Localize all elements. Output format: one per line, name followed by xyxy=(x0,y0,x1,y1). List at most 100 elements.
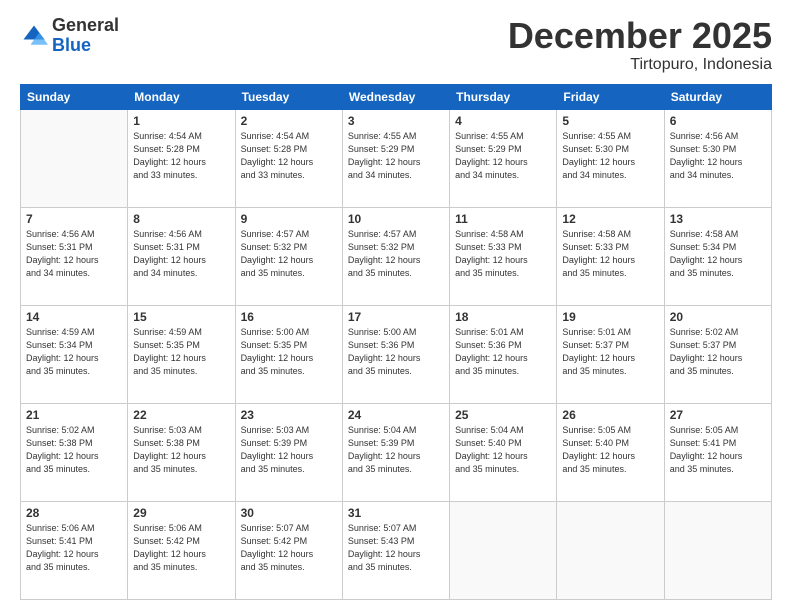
day-info: Sunrise: 5:05 AM Sunset: 5:40 PM Dayligh… xyxy=(562,424,658,476)
day-info: Sunrise: 5:03 AM Sunset: 5:38 PM Dayligh… xyxy=(133,424,229,476)
day-info: Sunrise: 4:56 AM Sunset: 5:30 PM Dayligh… xyxy=(670,130,766,182)
day-number: 25 xyxy=(455,408,551,422)
day-info: Sunrise: 5:07 AM Sunset: 5:42 PM Dayligh… xyxy=(241,522,337,574)
day-number: 30 xyxy=(241,506,337,520)
calendar-cell: 27 Sunrise: 5:05 AM Sunset: 5:41 PM Dayli… xyxy=(664,403,771,501)
calendar-cell: 1Sunrise: 4:54 AM Sunset: 5:28 PM Daylig… xyxy=(128,109,235,207)
calendar-cell xyxy=(557,501,664,599)
day-number: 2 xyxy=(241,114,337,128)
week-row-2: 14 Sunrise: 4:59 AM Sunset: 5:34 PM Dayli… xyxy=(21,305,772,403)
day-info: Sunrise: 4:58 AM Sunset: 5:33 PM Dayligh… xyxy=(562,228,658,280)
header-sunday: Sunday xyxy=(21,84,128,109)
header-friday: Friday xyxy=(557,84,664,109)
day-number: 27 xyxy=(670,408,766,422)
calendar-cell: 18 Sunrise: 5:01 AM Sunset: 5:36 PM Dayli… xyxy=(450,305,557,403)
calendar-cell: 14 Sunrise: 4:59 AM Sunset: 5:34 PM Dayli… xyxy=(21,305,128,403)
day-info: Sunrise: 4:59 AM Sunset: 5:35 PM Dayligh… xyxy=(133,326,229,378)
day-info: Sunrise: 4:57 AM Sunset: 5:32 PM Dayligh… xyxy=(348,228,444,280)
day-number: 24 xyxy=(348,408,444,422)
calendar-cell: 4Sunrise: 4:55 AM Sunset: 5:29 PM Daylig… xyxy=(450,109,557,207)
day-info: Sunrise: 5:00 AM Sunset: 5:35 PM Dayligh… xyxy=(241,326,337,378)
calendar-cell: 16 Sunrise: 5:00 AM Sunset: 5:35 PM Dayli… xyxy=(235,305,342,403)
calendar-cell: 23 Sunrise: 5:03 AM Sunset: 5:39 PM Dayli… xyxy=(235,403,342,501)
day-number: 19 xyxy=(562,310,658,324)
day-info: Sunrise: 5:04 AM Sunset: 5:40 PM Dayligh… xyxy=(455,424,551,476)
day-number: 10 xyxy=(348,212,444,226)
logo-text: General Blue xyxy=(52,16,119,56)
day-number: 15 xyxy=(133,310,229,324)
header-thursday: Thursday xyxy=(450,84,557,109)
day-info: Sunrise: 5:02 AM Sunset: 5:37 PM Dayligh… xyxy=(670,326,766,378)
calendar-cell: 6 Sunrise: 4:56 AM Sunset: 5:30 PM Daylig… xyxy=(664,109,771,207)
logo: General Blue xyxy=(20,16,119,56)
calendar-cell: 2 Sunrise: 4:54 AM Sunset: 5:28 PM Daylig… xyxy=(235,109,342,207)
calendar-cell: 15 Sunrise: 4:59 AM Sunset: 5:35 PM Dayli… xyxy=(128,305,235,403)
day-number: 8 xyxy=(133,212,229,226)
calendar-cell: 31Sunrise: 5:07 AM Sunset: 5:43 PM Dayli… xyxy=(342,501,449,599)
day-info: Sunrise: 5:04 AM Sunset: 5:39 PM Dayligh… xyxy=(348,424,444,476)
day-number: 3 xyxy=(348,114,444,128)
day-number: 22 xyxy=(133,408,229,422)
day-info: Sunrise: 5:01 AM Sunset: 5:36 PM Dayligh… xyxy=(455,326,551,378)
week-row-1: 7 Sunrise: 4:56 AM Sunset: 5:31 PM Daylig… xyxy=(21,207,772,305)
calendar-cell: 17 Sunrise: 5:00 AM Sunset: 5:36 PM Dayli… xyxy=(342,305,449,403)
day-info: Sunrise: 4:56 AM Sunset: 5:31 PM Dayligh… xyxy=(26,228,122,280)
day-number: 16 xyxy=(241,310,337,324)
calendar-cell: 12 Sunrise: 4:58 AM Sunset: 5:33 PM Dayli… xyxy=(557,207,664,305)
day-number: 23 xyxy=(241,408,337,422)
day-number: 6 xyxy=(670,114,766,128)
calendar-cell: 19Sunrise: 5:01 AM Sunset: 5:37 PM Dayli… xyxy=(557,305,664,403)
day-number: 31 xyxy=(348,506,444,520)
day-info: Sunrise: 4:56 AM Sunset: 5:31 PM Dayligh… xyxy=(133,228,229,280)
day-info: Sunrise: 4:59 AM Sunset: 5:34 PM Dayligh… xyxy=(26,326,122,378)
calendar-cell: 26 Sunrise: 5:05 AM Sunset: 5:40 PM Dayli… xyxy=(557,403,664,501)
calendar-cell: 5 Sunrise: 4:55 AM Sunset: 5:30 PM Daylig… xyxy=(557,109,664,207)
logo-icon xyxy=(20,22,48,50)
day-number: 29 xyxy=(133,506,229,520)
calendar-cell: 28Sunrise: 5:06 AM Sunset: 5:41 PM Dayli… xyxy=(21,501,128,599)
header-monday: Monday xyxy=(128,84,235,109)
calendar-cell: 24 Sunrise: 5:04 AM Sunset: 5:39 PM Dayli… xyxy=(342,403,449,501)
day-number: 26 xyxy=(562,408,658,422)
day-number: 17 xyxy=(348,310,444,324)
header-tuesday: Tuesday xyxy=(235,84,342,109)
calendar-cell xyxy=(450,501,557,599)
week-row-3: 21 Sunrise: 5:02 AM Sunset: 5:38 PM Dayli… xyxy=(21,403,772,501)
day-number: 21 xyxy=(26,408,122,422)
day-info: Sunrise: 5:06 AM Sunset: 5:42 PM Dayligh… xyxy=(133,522,229,574)
day-info: Sunrise: 4:54 AM Sunset: 5:28 PM Dayligh… xyxy=(241,130,337,182)
calendar-cell: 25 Sunrise: 5:04 AM Sunset: 5:40 PM Dayli… xyxy=(450,403,557,501)
title-month: December 2025 xyxy=(508,16,772,56)
day-number: 7 xyxy=(26,212,122,226)
week-row-4: 28Sunrise: 5:06 AM Sunset: 5:41 PM Dayli… xyxy=(21,501,772,599)
calendar-cell: 30 Sunrise: 5:07 AM Sunset: 5:42 PM Dayli… xyxy=(235,501,342,599)
day-number: 18 xyxy=(455,310,551,324)
calendar-cell: 3 Sunrise: 4:55 AM Sunset: 5:29 PM Daylig… xyxy=(342,109,449,207)
calendar-cell xyxy=(21,109,128,207)
day-number: 11 xyxy=(455,212,551,226)
day-info: Sunrise: 5:00 AM Sunset: 5:36 PM Dayligh… xyxy=(348,326,444,378)
day-number: 5 xyxy=(562,114,658,128)
calendar-cell: 7 Sunrise: 4:56 AM Sunset: 5:31 PM Daylig… xyxy=(21,207,128,305)
day-info: Sunrise: 5:05 AM Sunset: 5:41 PM Dayligh… xyxy=(670,424,766,476)
day-info: Sunrise: 4:58 AM Sunset: 5:34 PM Dayligh… xyxy=(670,228,766,280)
calendar-cell: 21 Sunrise: 5:02 AM Sunset: 5:38 PM Dayli… xyxy=(21,403,128,501)
calendar-cell: 22 Sunrise: 5:03 AM Sunset: 5:38 PM Dayli… xyxy=(128,403,235,501)
day-number: 14 xyxy=(26,310,122,324)
day-number: 20 xyxy=(670,310,766,324)
header-wednesday: Wednesday xyxy=(342,84,449,109)
day-info: Sunrise: 4:54 AM Sunset: 5:28 PM Dayligh… xyxy=(133,130,229,182)
day-info: Sunrise: 4:55 AM Sunset: 5:29 PM Dayligh… xyxy=(348,130,444,182)
day-info: Sunrise: 4:58 AM Sunset: 5:33 PM Dayligh… xyxy=(455,228,551,280)
day-info: Sunrise: 4:57 AM Sunset: 5:32 PM Dayligh… xyxy=(241,228,337,280)
day-info: Sunrise: 4:55 AM Sunset: 5:30 PM Dayligh… xyxy=(562,130,658,182)
header-row: Sunday Monday Tuesday Wednesday Thursday… xyxy=(21,84,772,109)
day-info: Sunrise: 5:02 AM Sunset: 5:38 PM Dayligh… xyxy=(26,424,122,476)
day-number: 12 xyxy=(562,212,658,226)
calendar-cell: 8 Sunrise: 4:56 AM Sunset: 5:31 PM Daylig… xyxy=(128,207,235,305)
week-row-0: 1Sunrise: 4:54 AM Sunset: 5:28 PM Daylig… xyxy=(21,109,772,207)
calendar-cell: 13Sunrise: 4:58 AM Sunset: 5:34 PM Dayli… xyxy=(664,207,771,305)
title-location: Tirtopuro, Indonesia xyxy=(508,56,772,74)
day-info: Sunrise: 5:03 AM Sunset: 5:39 PM Dayligh… xyxy=(241,424,337,476)
day-number: 9 xyxy=(241,212,337,226)
